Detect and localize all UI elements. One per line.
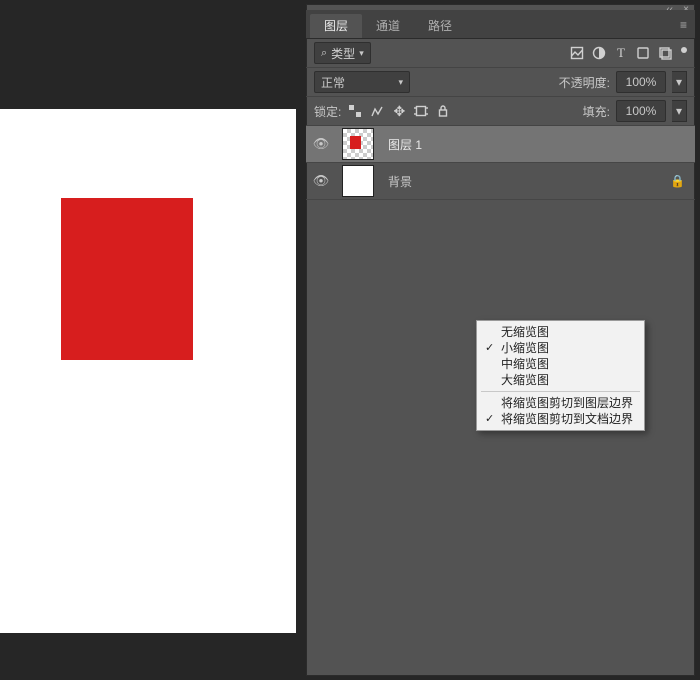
image-filter-icon[interactable]	[569, 45, 585, 61]
opacity-label: 不透明度:	[559, 74, 610, 91]
ctx-item-small-thumb[interactable]: 小缩览图	[477, 340, 644, 356]
tab-paths[interactable]: 路径	[414, 14, 466, 38]
ctx-item-clip-layer[interactable]: 将缩览图剪切到图层边界	[477, 395, 644, 411]
layer-name[interactable]: 背景	[388, 173, 412, 190]
filter-kind-label: 类型	[331, 45, 355, 62]
ctx-item-clip-doc[interactable]: 将缩览图剪切到文档边界	[477, 411, 644, 427]
layer-list: 👁 图层 1 👁 背景 🔒	[306, 126, 695, 200]
lock-label: 锁定:	[314, 103, 341, 120]
blend-mode-dropdown[interactable]: 正常 ▾	[314, 71, 410, 93]
fill-caret[interactable]: ▾	[672, 100, 687, 122]
tab-layers[interactable]: 图层	[310, 14, 362, 38]
ctx-separator	[481, 391, 640, 392]
panel-tabs: 图层 通道 路径 ≡	[306, 10, 695, 39]
visibility-icon[interactable]: 👁	[306, 173, 336, 189]
filter-toggle-icon[interactable]	[681, 47, 687, 53]
layer-name[interactable]: 图层 1	[388, 136, 422, 153]
fill-value: 100%	[626, 104, 657, 118]
opacity-caret[interactable]: ▾	[672, 71, 687, 93]
blend-row: 正常 ▾ 不透明度: 100% ▾	[306, 68, 695, 97]
chevron-down-icon: ▾	[359, 48, 364, 59]
adjustment-filter-icon[interactable]	[591, 45, 607, 61]
search-icon: ⌕	[321, 47, 327, 60]
filter-row: ⌕ 类型 ▾ T	[306, 39, 695, 68]
visibility-icon[interactable]: 👁	[306, 136, 336, 152]
blend-mode-value: 正常	[321, 74, 345, 91]
layer-thumbnail[interactable]	[342, 128, 374, 160]
lock-position-icon[interactable]: ✥	[391, 103, 407, 119]
chevron-down-icon: ▾	[398, 77, 403, 88]
smart-filter-icon[interactable]	[657, 45, 673, 61]
lock-artboard-icon[interactable]	[413, 103, 429, 119]
layer-row[interactable]: 👁 图层 1	[306, 126, 695, 163]
thumbnail-context-menu: 无缩览图 小缩览图 中缩览图 大缩览图 将缩览图剪切到图层边界 将缩览图剪切到文…	[476, 320, 645, 431]
fill-label: 填充:	[583, 103, 610, 120]
opacity-value-box[interactable]: 100%	[616, 71, 666, 93]
panel-menu-icon[interactable]: ≡	[680, 18, 687, 32]
opacity-value: 100%	[626, 75, 657, 89]
lock-row: 锁定: ✥ 填充: 100% ▾	[306, 97, 695, 126]
lock-icon[interactable]: 🔒	[670, 174, 685, 188]
canvas-red-square	[61, 198, 193, 360]
ctx-item-no-thumb[interactable]: 无缩览图	[477, 324, 644, 340]
ctx-item-large-thumb[interactable]: 大缩览图	[477, 372, 644, 388]
fill-value-box[interactable]: 100%	[616, 100, 666, 122]
layer-thumbnail[interactable]	[342, 165, 374, 197]
type-filter-icon[interactable]: T	[613, 45, 629, 61]
shape-filter-icon[interactable]	[635, 45, 651, 61]
lock-transparent-icon[interactable]	[347, 103, 363, 119]
layer-row[interactable]: 👁 背景 🔒	[306, 163, 695, 200]
lock-image-icon[interactable]	[369, 103, 385, 119]
tab-channels[interactable]: 通道	[362, 14, 414, 38]
filter-kind-dropdown[interactable]: ⌕ 类型 ▾	[314, 42, 371, 64]
ctx-item-medium-thumb[interactable]: 中缩览图	[477, 356, 644, 372]
lock-all-icon[interactable]	[435, 103, 451, 119]
layer-thumbnail-content	[350, 136, 361, 149]
canvas-document[interactable]	[0, 109, 296, 633]
